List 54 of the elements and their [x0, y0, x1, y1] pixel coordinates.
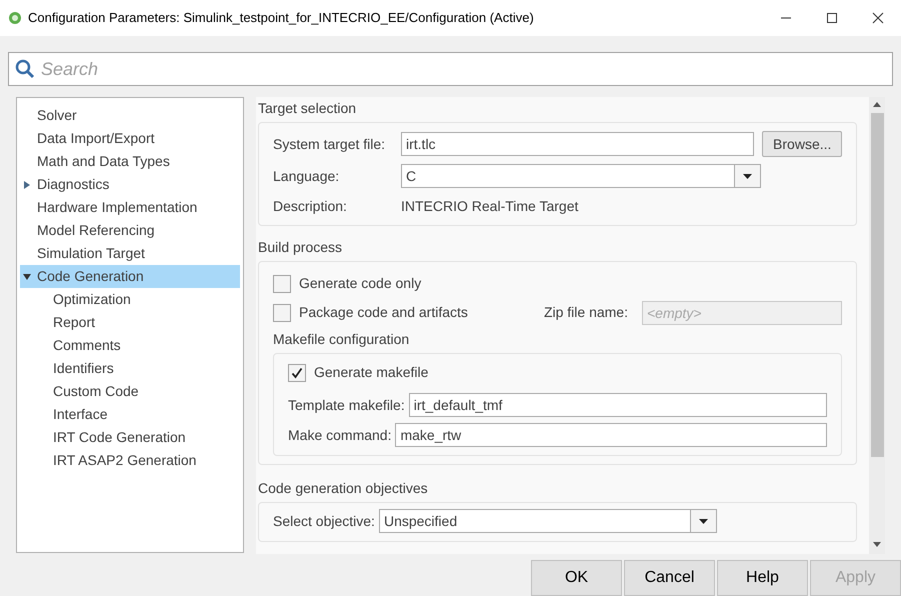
tree-item[interactable]: Hardware Implementation — [20, 196, 240, 219]
tree-item[interactable]: Identifiers — [20, 357, 240, 380]
section-heading: Target selection — [258, 99, 358, 118]
tree-item[interactable]: Interface — [20, 403, 240, 426]
maximize-icon[interactable] — [826, 12, 838, 24]
dialog-button[interactable]: OK — [531, 560, 622, 596]
field-label: Description: — [273, 196, 348, 216]
field-label: Make command: — [288, 426, 392, 444]
dialog-button[interactable]: Help — [717, 560, 808, 596]
input-field[interactable]: make_rtw — [395, 423, 827, 447]
search-icon — [15, 59, 35, 79]
checkbox-label: Generate code only — [299, 274, 422, 293]
checkbox-label: Package code and artifacts — [299, 303, 468, 322]
tree-item[interactable]: Comments — [20, 334, 240, 357]
scrollbar[interactable] — [869, 97, 885, 554]
search-box[interactable]: Search — [8, 52, 893, 86]
tree-item[interactable]: Math and Data Types — [20, 150, 240, 173]
section-heading: Build process — [258, 238, 344, 257]
tree-item[interactable]: Diagnostics — [20, 173, 240, 196]
dropdown[interactable]: C — [401, 164, 761, 188]
checked-checkbox[interactable] — [288, 364, 306, 382]
tree-item[interactable]: Code Generation — [20, 265, 240, 288]
section-heading: Makefile configuration — [273, 330, 410, 349]
checkbox[interactable] — [273, 304, 291, 322]
collapsed-triangle-icon[interactable] — [23, 180, 31, 188]
field-label: Template makefile: — [288, 396, 405, 415]
tree-item[interactable]: Report — [20, 311, 240, 334]
browse-button[interactable]: Browse... — [762, 131, 842, 157]
field-label: System target file: — [273, 134, 386, 154]
section-heading: Code generation objectives — [258, 479, 429, 498]
field-label: Select objective: — [273, 512, 375, 531]
tree-item[interactable]: IRT Code Generation — [20, 426, 240, 449]
tree-item[interactable]: IRT ASAP2 Generation — [20, 449, 240, 472]
close-icon[interactable] — [872, 12, 884, 24]
tree-item[interactable]: Solver — [20, 104, 240, 127]
scrollbar-thumb[interactable] — [870, 113, 884, 457]
tree-item[interactable]: Optimization — [20, 288, 240, 311]
dropdown[interactable]: Unspecified — [378, 509, 717, 533]
input-field[interactable]: irt.tlc — [401, 132, 754, 156]
app-icon — [8, 11, 22, 25]
dialog-button[interactable]: Cancel — [624, 560, 715, 596]
expanded-triangle-icon[interactable] — [23, 272, 31, 280]
checkbox-label: Generate makefile — [314, 363, 428, 382]
tree-item[interactable]: Model Referencing — [20, 219, 240, 242]
window-title: Configuration Parameters: Simulink_testpoint_for_INTECRIO_EE/Configuration (Active) — [28, 9, 534, 28]
input-field[interactable]: irt_default_tmf — [408, 393, 827, 417]
tree-item[interactable]: Simulation Target — [20, 242, 240, 265]
field-label: Language: — [273, 166, 340, 186]
tree-item[interactable]: Data Import/Export — [20, 127, 240, 150]
description-text: INTECRIO Real-Time Target — [401, 196, 578, 216]
field-label: Zip file name: — [544, 303, 628, 322]
tree-item[interactable]: Custom Code — [20, 380, 240, 403]
search-field[interactable]: Search — [41, 56, 886, 82]
checkbox[interactable] — [273, 274, 291, 292]
